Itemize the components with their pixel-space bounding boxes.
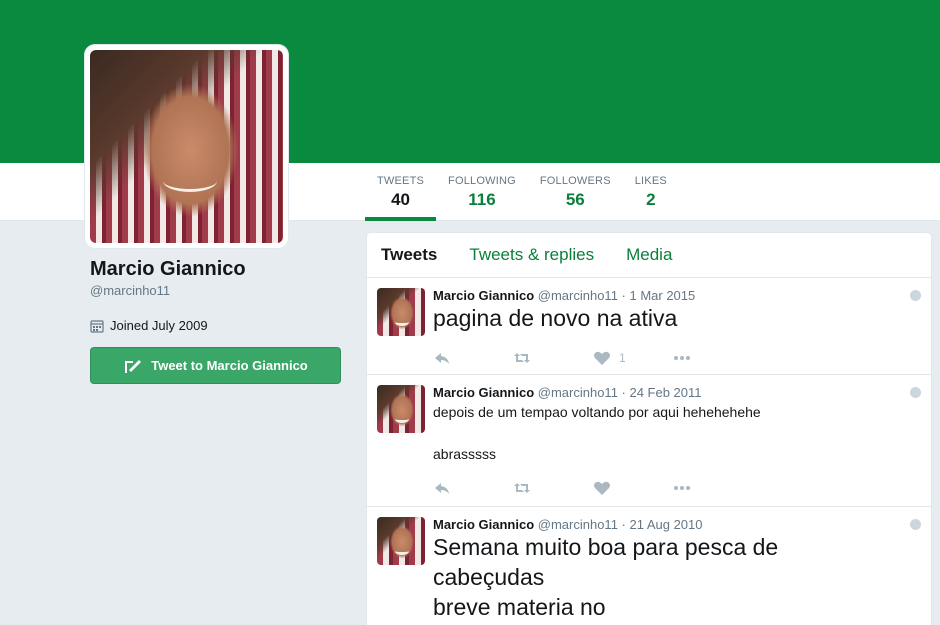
tweet-item[interactable]: Marcio Giannico @marcinho11 · 21 Aug 201…	[367, 507, 931, 625]
like-button[interactable]: 1	[593, 350, 673, 366]
tweet-avatar[interactable]	[377, 517, 425, 565]
reply-icon	[435, 483, 449, 494]
stat-label: FOLLOWERS	[539, 175, 611, 187]
tweet-author[interactable]: Marcio Giannico	[433, 385, 534, 400]
tweet-to-button[interactable]: Tweet to Marcio Giannico	[90, 347, 341, 384]
globe-icon	[910, 387, 921, 398]
tweet-avatar[interactable]	[377, 385, 425, 433]
reply-button[interactable]	[433, 480, 513, 496]
tweet-actions	[433, 471, 919, 505]
tweet-header: Marcio Giannico @marcinho11 · 24 Feb 201…	[433, 385, 919, 400]
like-count: 1	[619, 351, 626, 365]
reply-button[interactable]	[433, 350, 513, 366]
reply-icon	[435, 353, 449, 364]
stat-followers[interactable]: FOLLOWERS 56	[528, 163, 623, 221]
stat-value: 40	[391, 190, 410, 209]
joined-date: Joined July 2009	[90, 318, 342, 333]
retweet-button[interactable]	[513, 350, 593, 366]
calendar-icon	[90, 319, 104, 333]
more-button[interactable]	[673, 350, 753, 366]
stat-following[interactable]: FOLLOWING 116	[436, 163, 528, 221]
stat-value: 56	[565, 190, 585, 209]
profile-stats: TWEETS 40 FOLLOWING 116 FOLLOWERS 56 LIK…	[365, 163, 679, 221]
more-icon	[674, 356, 690, 360]
tweet-text: Semana muito boa para pesca de cabeçudas…	[433, 534, 779, 620]
stat-value: 2	[646, 190, 656, 209]
retweet-icon	[514, 483, 530, 493]
timeline-tabs: Tweets Tweets & replies Media	[367, 233, 931, 278]
tweet-avatar[interactable]	[377, 288, 425, 336]
more-button[interactable]	[673, 480, 753, 496]
tweet-meta[interactable]: @marcinho11 · 21 Aug 2010	[538, 517, 703, 532]
stat-label: TWEETS	[377, 175, 425, 187]
tweet-actions: 1	[433, 341, 919, 375]
globe-icon	[910, 519, 921, 530]
tweet-author[interactable]: Marcio Giannico	[433, 288, 534, 303]
compose-icon	[125, 359, 142, 373]
joined-label: Joined July 2009	[110, 318, 208, 333]
tweet-item[interactable]: Marcio Giannico @marcinho11 · 1 Mar 2015…	[367, 278, 931, 375]
globe-icon	[910, 290, 921, 301]
tweet-item[interactable]: Marcio Giannico @marcinho11 · 24 Feb 201…	[367, 375, 931, 507]
tweet-header: Marcio Giannico @marcinho11 · 1 Mar 2015	[433, 288, 919, 303]
profile-name[interactable]: Marcio Giannico	[90, 258, 342, 281]
tweet-meta[interactable]: @marcinho11 · 24 Feb 2011	[538, 385, 702, 400]
heart-icon	[594, 351, 610, 365]
tab-media[interactable]: Media	[626, 245, 672, 265]
tweet-text: depois de um tempao voltando por aqui he…	[433, 404, 761, 462]
stat-label: FOLLOWING	[448, 175, 516, 187]
tweet-author[interactable]: Marcio Giannico	[433, 517, 534, 532]
tweet-to-label: Tweet to Marcio Giannico	[151, 358, 308, 373]
heart-icon	[594, 481, 610, 495]
tweet-header: Marcio Giannico @marcinho11 · 21 Aug 201…	[433, 517, 919, 532]
stat-value: 116	[468, 190, 496, 209]
timeline: Tweets Tweets & replies Media Marcio Gia…	[366, 232, 932, 625]
profile-card: Marcio Giannico @marcinho11 Joined July …	[90, 258, 342, 384]
tab-tweets[interactable]: Tweets	[381, 245, 437, 265]
stat-likes[interactable]: LIKES 2	[623, 163, 679, 221]
like-button[interactable]	[593, 480, 673, 496]
more-icon	[674, 486, 690, 490]
retweet-icon	[514, 353, 530, 363]
tweet-text: pagina de novo na ativa	[433, 305, 678, 331]
stat-label: LIKES	[634, 175, 667, 187]
tab-tweets-replies[interactable]: Tweets & replies	[469, 245, 594, 265]
retweet-button[interactable]	[513, 480, 593, 496]
profile-avatar[interactable]	[90, 50, 283, 243]
stat-tweets[interactable]: TWEETS 40	[365, 163, 437, 221]
tweet-meta[interactable]: @marcinho11 · 1 Mar 2015	[538, 288, 695, 303]
profile-avatar-frame[interactable]	[85, 45, 288, 248]
profile-handle[interactable]: @marcinho11	[90, 283, 342, 298]
